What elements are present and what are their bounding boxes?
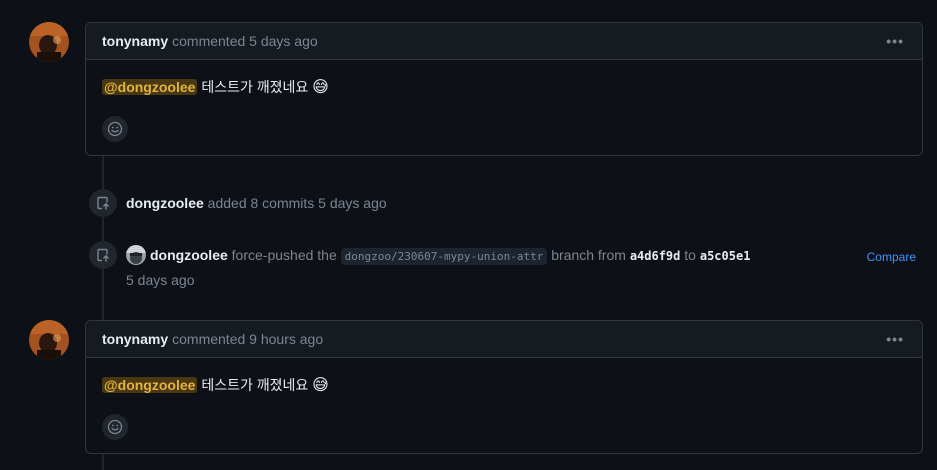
comment-header: tonynamy commented 5 days ago ••• [86,23,922,60]
event-to-word: to [684,247,696,263]
event-branch-suffix: branch from [551,247,626,263]
event-timestamp[interactable]: 5 days ago [126,270,750,290]
comment-author[interactable]: tonynamy [102,331,168,347]
comment-card: tonynamy commented 5 days ago ••• @dongz… [85,22,923,156]
user-mention[interactable]: @dongzoolee [102,377,198,393]
avatar[interactable] [29,22,69,62]
sweat-smile-emoji: 😅 [312,377,329,394]
comment-header: tonynamy commented 9 hours ago ••• [86,321,922,358]
event-author[interactable]: dongzoolee [126,195,204,211]
add-reaction-button[interactable] [102,116,128,142]
comment-text: 테스트가 깨졌네요 [201,79,309,95]
comment-text: 테스트가 깨졌네요 [201,377,309,393]
comment-timestamp[interactable]: commented 9 hours ago [172,331,323,347]
from-commit-sha[interactable]: a4d6f9d [630,249,681,263]
repo-push-icon [97,248,109,262]
event-action: force-pushed the [231,247,337,263]
smiley-icon [107,121,123,137]
smiley-icon [107,419,123,435]
event-author[interactable]: dongzoolee [150,247,228,263]
branch-name[interactable]: dongzoo/230607-mypy-union-attr [340,248,548,265]
event-icon-wrapper [89,189,117,217]
timeline-line [102,156,104,320]
avatar[interactable] [126,245,146,265]
event-icon-wrapper [89,241,117,269]
sweat-smile-emoji: 😅 [312,79,329,96]
kebab-horizontal-icon[interactable]: ••• [886,331,904,347]
comment-card: tonynamy commented 9 hours ago ••• @dong… [85,320,923,454]
repo-push-icon [97,196,109,210]
comment-timestamp[interactable]: commented 5 days ago [172,33,318,49]
comment-body: @dongzoolee 테스트가 깨졌네요 😅 [86,358,922,468]
comment-author[interactable]: tonynamy [102,33,168,49]
event-description: added 8 commits 5 days ago [207,195,387,211]
event-text: dongzoolee added 8 commits 5 days ago [126,189,387,213]
timeline-event-force-push: dongzoolee force-pushed the dongzoo/2306… [89,241,750,290]
avatar[interactable] [29,320,69,360]
compare-link[interactable]: Compare [867,250,916,264]
to-commit-sha[interactable]: a5c05e1 [700,249,751,263]
comment-body: @dongzoolee 테스트가 깨졌네요 😅 [86,60,922,170]
timeline-event-commits: dongzoolee added 8 commits 5 days ago [89,189,387,217]
add-reaction-button[interactable] [102,414,128,440]
event-text: dongzoolee force-pushed the dongzoo/2306… [126,241,750,290]
kebab-horizontal-icon[interactable]: ••• [886,33,904,49]
user-mention[interactable]: @dongzoolee [102,79,198,95]
